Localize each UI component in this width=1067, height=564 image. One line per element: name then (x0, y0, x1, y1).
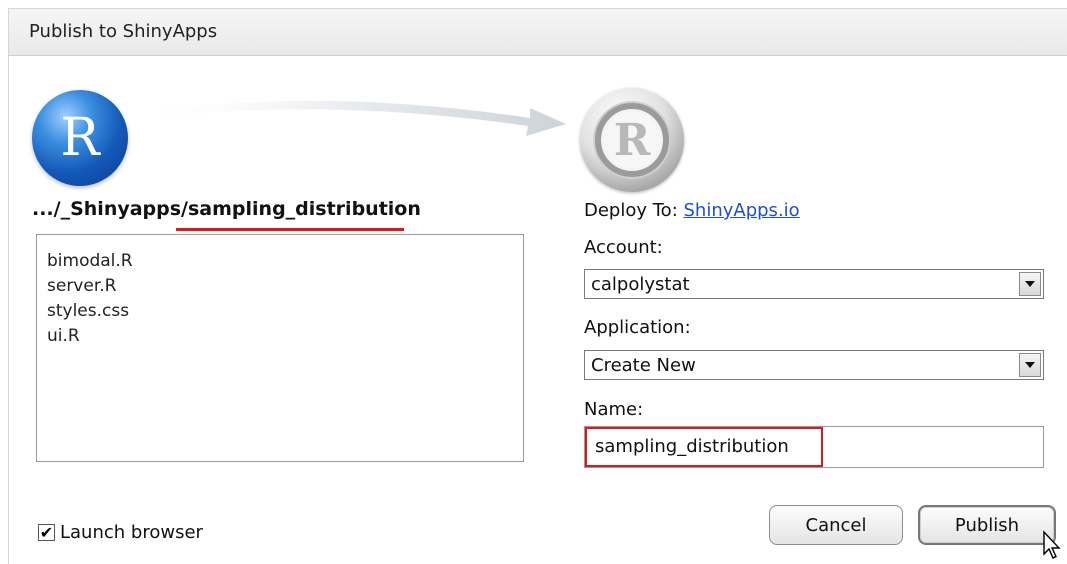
dialog-title: Publish to ShinyApps (29, 21, 218, 42)
source-logo-letter: R (60, 108, 100, 168)
chevron-down-icon[interactable] (1019, 353, 1041, 377)
logo-ring: R (595, 103, 669, 177)
account-label: Account: (584, 237, 663, 258)
r-logo-icon: R (32, 90, 128, 186)
application-label: Application: (584, 317, 691, 338)
name-label: Name: (584, 399, 644, 420)
checkmark-icon: ✔ (39, 522, 54, 542)
deploy-to-label: Deploy To: (584, 200, 678, 221)
file-list[interactable]: bimodal.R server.R styles.css ui.R (36, 234, 524, 462)
dialog-border (8, 56, 9, 564)
launch-browser-label: Launch browser (60, 522, 203, 543)
shinyapps-link[interactable]: ShinyApps.io (684, 200, 800, 221)
source-path: .../_Shinyapps/sampling_distribution (32, 198, 421, 220)
publish-button[interactable]: Publish (918, 505, 1056, 545)
cancel-button[interactable]: Cancel (769, 505, 903, 545)
application-select[interactable]: Create New (584, 350, 1044, 380)
deploy-to-row: Deploy To: ShinyApps.io (584, 200, 800, 221)
account-select-value: calpolystat (591, 274, 690, 295)
r-registered-logo-icon: R (580, 88, 684, 192)
destination-logo-letter: R (613, 114, 651, 166)
source-path-folder: sampling_distribution (188, 198, 421, 220)
account-select[interactable]: calpolystat (584, 269, 1044, 299)
chevron-down-icon[interactable] (1019, 272, 1041, 296)
launch-browser-checkbox[interactable]: ✔ (38, 524, 55, 541)
name-highlight-box (585, 427, 823, 467)
folder-underline (176, 228, 404, 231)
launch-browser-option[interactable]: ✔ Launch browser (38, 522, 203, 543)
list-item[interactable]: ui.R (47, 324, 513, 349)
list-item[interactable]: server.R (47, 274, 513, 299)
transfer-arrow-icon (130, 100, 566, 136)
application-select-value: Create New (591, 355, 696, 376)
mouse-pointer-icon (1043, 530, 1061, 559)
list-item[interactable]: bimodal.R (47, 249, 513, 274)
source-path-prefix: .../_Shinyapps/ (32, 198, 188, 220)
list-item[interactable]: styles.css (47, 299, 513, 324)
dialog-titlebar: Publish to ShinyApps (8, 8, 1067, 56)
